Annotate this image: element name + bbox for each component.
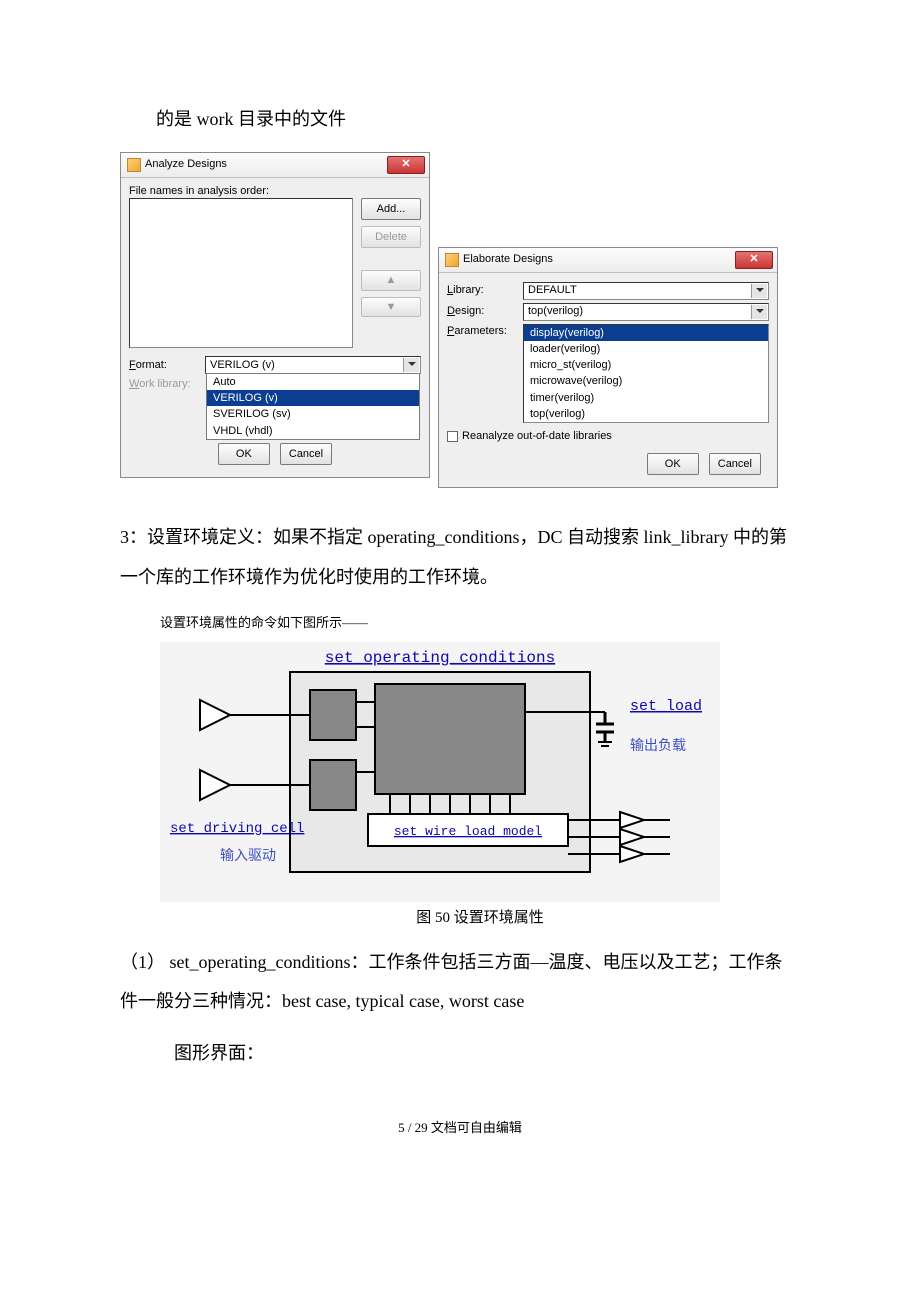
diag-setload-label: set_load [630,698,702,715]
format-value: VERILOG (v) [210,358,275,372]
params-option[interactable]: top(verilog) [524,406,768,422]
diagram-caption: 图 50 设置环境属性 [160,902,800,935]
worklib-label: Work library: [129,377,205,391]
ok-button[interactable]: OK [218,443,270,465]
ok-button[interactable]: OK [647,453,699,475]
add-button[interactable]: Add... [361,198,421,220]
cancel-button[interactable]: Cancel [709,453,761,475]
format-option[interactable]: SVERILOG (sv) [207,406,419,422]
library-value: DEFAULT [528,283,577,297]
chevron-down-icon[interactable] [751,284,767,298]
paragraph-5: 图形界面： [174,1034,800,1074]
env-diagram: set_operating_conditions set_wire_load_m… [160,642,800,935]
chevron-down-icon[interactable] [403,358,419,372]
diag-top-label: set_operating_conditions [325,649,555,667]
elaborate-title: Elaborate Designs [463,252,553,266]
diag-driving-cn: 输入驱动 [220,848,276,864]
design-value: top(verilog) [528,304,583,318]
chevron-down-icon[interactable] [751,305,767,319]
elaborate-titlebar: Elaborate Designs ✕ [439,248,777,273]
format-dropdown-list[interactable]: Auto VERILOG (v) SVERILOG (sv) VHDL (vhd… [206,373,420,440]
analyze-file-list[interactable] [129,198,353,348]
delete-button[interactable]: Delete [361,226,421,248]
params-option[interactable]: loader(verilog) [524,341,768,357]
diagram-intro: 设置环境属性的命令如下图所示—— [160,609,800,638]
paragraph-3: 3：设置环境定义：如果不指定 operating_conditions，DC 自… [120,518,800,597]
reanalyze-checkbox[interactable] [447,431,458,442]
close-icon[interactable]: ✕ [735,251,773,269]
params-option[interactable]: timer(verilog) [524,390,768,406]
params-option[interactable]: microwave(verilog) [524,373,768,389]
paragraph-4: （1） set_operating_conditions：工作条件包括三方面—温… [120,943,800,1022]
move-down-button[interactable]: ▼ [361,297,421,317]
format-option[interactable]: VERILOG (v) [207,390,419,406]
reanalyze-label: Reanalyze out-of-date libraries [462,429,612,443]
library-select[interactable]: DEFAULT [523,282,769,300]
cancel-button[interactable]: Cancel [280,443,332,465]
design-label: Design: [447,304,523,318]
analyze-title: Analyze Designs [145,157,227,171]
format-option[interactable]: Auto [207,374,419,390]
diag-driving-label: set_driving_cell [170,821,304,837]
elaborate-dialog: Elaborate Designs ✕ Library: DEFAULT Des… [438,247,778,488]
design-select[interactable]: top(verilog) [523,303,769,321]
format-label: Format: [129,358,205,372]
format-option[interactable]: VHDL (vhdl) [207,423,419,439]
params-option[interactable]: micro_st(verilog) [524,357,768,373]
move-up-button[interactable]: ▲ [361,270,421,290]
analyze-titlebar: Analyze Designs ✕ [121,153,429,178]
params-list[interactable]: display(verilog) loader(verilog) micro_s… [523,324,769,424]
analyze-dialog: Analyze Designs ✕ File names in analysis… [120,152,430,479]
app-icon [445,253,459,267]
diag-inner-label: set_wire_load_model [394,824,542,839]
screenshots-row: Analyze Designs ✕ File names in analysis… [120,152,800,488]
params-option[interactable]: display(verilog) [524,325,768,341]
analyze-list-header: File names in analysis order: [129,184,421,198]
app-icon [127,158,141,172]
params-label: Parameters: [447,324,523,338]
intro-line: 的是 work 目录中的文件 [120,100,800,140]
close-icon[interactable]: ✕ [387,156,425,174]
library-label: Library: [447,283,523,297]
page-footer: 5 / 29 文档可自由编辑 [120,1114,800,1143]
format-select[interactable]: VERILOG (v) Auto VERILOG (v) SVERILOG (s… [205,356,421,374]
diag-setload-cn: 输出负载 [630,738,686,754]
